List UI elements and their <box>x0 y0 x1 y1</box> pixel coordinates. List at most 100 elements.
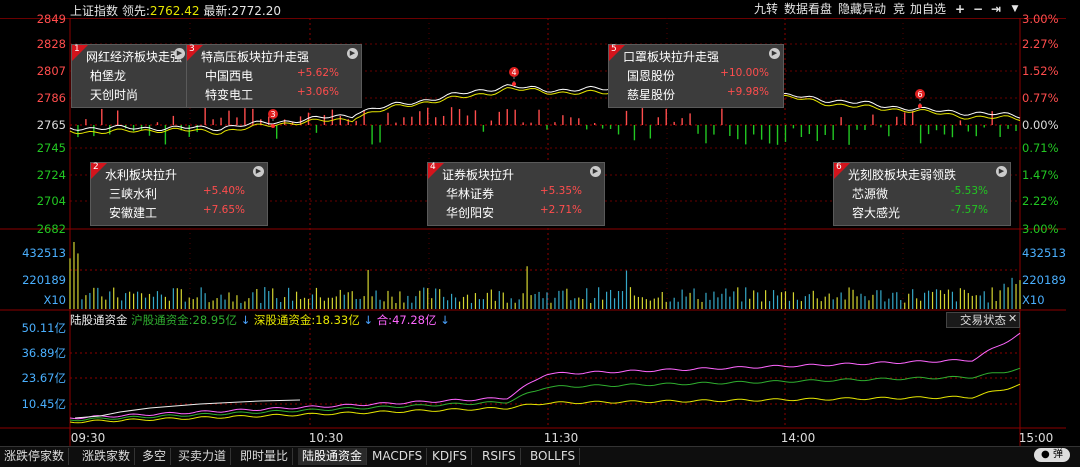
time-tick-label: 14:00 <box>781 431 816 445</box>
price-pane-volume-bars <box>77 107 1017 145</box>
expand-icon[interactable]: ▶ <box>590 166 601 177</box>
stock-name[interactable]: 安徽建工 <box>109 204 157 221</box>
price-tick-label: 2704 <box>37 194 66 208</box>
callout-number: 6 <box>836 162 842 172</box>
percent-tick-label: 1.52% <box>1022 64 1059 78</box>
callout-number: 3 <box>189 44 195 54</box>
volume-bars <box>69 241 1021 309</box>
stock-name[interactable]: 中国西电 <box>205 67 253 84</box>
callout-6[interactable]: 6 光刻胶板块走弱领跌 ▶ 芯源微 -5.53% 容大感光 -7.57% <box>833 162 1011 226</box>
right-edge-strip <box>1066 0 1080 446</box>
capital-flow-title: 陆股通资金 <box>70 313 128 327</box>
indicator-tab-bar: 涨跌停家数 涨跌家数 多空 买卖力道 即时量比 陆股通资金 MACDFS KDJ… <box>0 446 1080 467</box>
event-marker-number: 3 <box>270 110 275 119</box>
stock-name[interactable]: 特变电工 <box>205 86 253 103</box>
tab-volume-ratio[interactable]: 即时量比 <box>236 448 294 465</box>
stock-change: +10.00% <box>720 67 769 79</box>
tab-long-short[interactable]: 多空 <box>138 448 172 465</box>
marker-dot <box>512 82 516 86</box>
expand-icon[interactable]: ▶ <box>996 166 1007 177</box>
volume-tick-label: 432513 <box>1022 246 1066 260</box>
expand-icon[interactable]: ▶ <box>769 48 780 59</box>
stock-name[interactable]: 柏堡龙 <box>90 67 126 84</box>
expand-icon[interactable]: ▶ <box>174 48 185 59</box>
stock-name[interactable]: 华林证券 <box>446 185 494 202</box>
tab-bollfs[interactable]: BOLLFS <box>526 448 581 465</box>
callout-4[interactable]: 4 证券板块拉升 ▶ 华林证券 +5.35% 华创阳安 +2.71% <box>427 162 605 226</box>
tab-buy-sell-force[interactable]: 买卖力道 <box>174 448 232 465</box>
tab-limit-count[interactable]: 涨跌停家数 <box>0 448 70 465</box>
stock-name[interactable]: 芯源微 <box>852 185 888 202</box>
sh-flow-value: 28.95亿 <box>192 313 237 327</box>
total-flow-value: 47.28亿 <box>392 313 437 327</box>
volume-tick-label: 220189 <box>22 273 66 287</box>
tab-kdjfs[interactable]: KDJFS <box>428 448 472 465</box>
callout-2[interactable]: 2 水利板块拉升 ▶ 三峡水利 +5.40% 安徽建工 +7.65% <box>90 162 268 226</box>
percent-tick-label: 0.00% <box>1022 118 1059 132</box>
callout-number: 2 <box>93 162 99 172</box>
volume-tick-label: 220189 <box>1022 273 1066 287</box>
down-arrow-icon: ↓ <box>436 313 450 327</box>
percent-tick-label: 3.00% <box>1022 12 1059 26</box>
stock-change: +7.65% <box>202 204 245 216</box>
stock-name[interactable]: 慈星股份 <box>627 86 675 103</box>
flow-tick-label: 23.67亿 <box>22 371 66 385</box>
price-tick-label: 2807 <box>37 64 66 78</box>
flow-tick-label: 36.89亿 <box>22 346 66 360</box>
percent-tick-label: 0.71% <box>1022 141 1059 155</box>
stock-change: +9.98% <box>726 86 769 98</box>
callout-title: 证券板块拉升 <box>442 168 515 182</box>
flow-tick-label: 50.11亿 <box>22 321 66 335</box>
percent-tick-label: 2.22% <box>1022 194 1059 208</box>
callout-number: 4 <box>430 162 436 172</box>
callout-5[interactable]: 5 口罩板块拉升走强 ▶ 国恩股份 +10.00% 慈星股份 +9.98% <box>608 44 784 108</box>
capital-flow-legend: 陆股通资金 沪股通资金:28.95亿 ↓ 深股通资金:18.33亿 ↓ 合:47… <box>70 312 450 327</box>
marker-dot <box>271 124 275 128</box>
callout-1[interactable]: 1 网红经济板块走强 ▶ 柏堡龙 天创时尚 <box>71 44 189 108</box>
stock-name[interactable]: 天创时尚 <box>90 86 138 103</box>
price-tick-label: 2828 <box>37 37 66 51</box>
percent-tick-label: 0.77% <box>1022 91 1059 105</box>
stock-name[interactable]: 容大感光 <box>852 204 900 221</box>
percent-tick-label: 3.00% <box>1022 222 1059 236</box>
price-tick-label: 2786 <box>37 91 66 105</box>
volume-tick-label: X10 <box>1022 293 1045 307</box>
callout-title: 特高压板块拉升走强 <box>201 50 310 64</box>
stock-name[interactable]: 华创阳安 <box>446 204 494 221</box>
price-tick-label: 2849 <box>37 12 66 26</box>
percent-tick-label: 1.47% <box>1022 168 1059 182</box>
sz-flow-value: 18.33亿 <box>315 313 360 327</box>
stock-name[interactable]: 国恩股份 <box>627 67 675 84</box>
callout-title: 口罩板块拉升走强 <box>623 50 720 64</box>
expand-icon[interactable]: ▶ <box>253 166 264 177</box>
down-arrow-icon: ↓ <box>236 313 254 327</box>
price-tick-label: 2745 <box>37 141 66 155</box>
callout-3[interactable]: 3 特高压板块拉升走强 ▶ 中国西电 +5.62% 特变电工 +3.06% <box>186 44 362 108</box>
volume-tick-label: X10 <box>43 293 66 307</box>
stock-name[interactable]: 三峡水利 <box>109 185 157 202</box>
total-flow-label: 合: <box>376 313 393 327</box>
tab-updown-count[interactable]: 涨跌家数 <box>78 448 136 465</box>
callout-title: 光刻胶板块走弱领跌 <box>848 168 957 182</box>
expand-icon[interactable]: ▶ <box>347 48 358 59</box>
tab-macdfs[interactable]: MACDFS <box>368 448 428 465</box>
event-marker-number: 4 <box>511 68 516 77</box>
sh-flow-label: 沪股通资金: <box>131 313 193 327</box>
total-flow-line <box>69 332 1021 420</box>
stock-change: +5.40% <box>202 185 245 197</box>
callout-title: 水利板块拉升 <box>105 168 178 182</box>
stock-change: +3.06% <box>296 86 339 98</box>
time-tick-label: 11:30 <box>544 431 579 445</box>
stock-change: +2.71% <box>539 204 582 216</box>
time-tick-label: 09:30 <box>71 431 106 445</box>
event-marker-number: 6 <box>917 90 922 99</box>
volume-tick-label: 432513 <box>22 246 66 260</box>
stock-change: +5.62% <box>296 67 339 79</box>
popup-toggle-button[interactable]: ● 弹 <box>1034 448 1070 462</box>
tab-rsifs[interactable]: RSIFS <box>478 448 521 465</box>
percent-tick-label: 2.27% <box>1022 37 1059 51</box>
tab-capital-flow[interactable]: 陆股通资金 <box>298 448 368 465</box>
price-tick-label: 2765 <box>37 118 66 132</box>
toggle-dot-icon: ● <box>1041 449 1053 460</box>
close-icon[interactable]: ✕ <box>1008 312 1020 326</box>
